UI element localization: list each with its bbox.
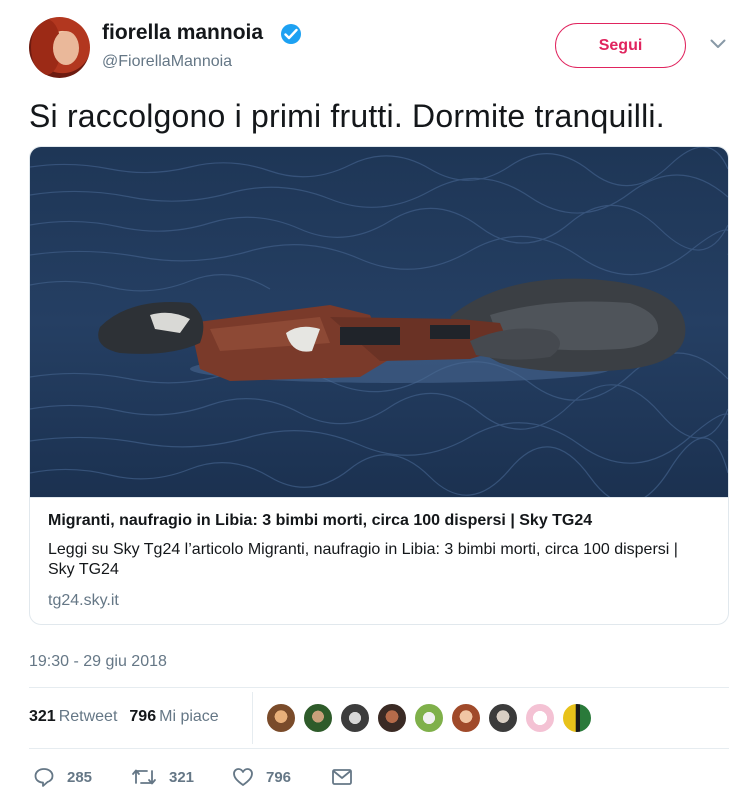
retweet-label[interactable]: Retweet <box>59 708 118 725</box>
retweet-action-count: 321 <box>169 768 195 786</box>
stats-separator <box>252 692 253 744</box>
liker-avatar[interactable] <box>303 703 333 733</box>
reply-icon[interactable] <box>33 766 55 788</box>
tweet-stats: 321 Retweet 796 Mi piace <box>29 708 219 726</box>
verified-icon <box>281 24 301 44</box>
tweet-actions: 285 321 796 <box>29 762 729 792</box>
direct-message-icon[interactable] <box>331 766 353 788</box>
card-domain: tg24.sky.it <box>48 592 119 609</box>
liker-avatar[interactable] <box>266 703 296 733</box>
user-handle[interactable]: @FiorellaMannoia <box>102 53 232 71</box>
stats-top-divider <box>29 687 729 688</box>
retweet-count[interactable]: 321 <box>29 708 56 725</box>
user-name[interactable]: fiorella mannoia <box>102 21 263 45</box>
liker-avatar[interactable] <box>525 703 555 733</box>
like-action[interactable]: 796 <box>232 762 291 792</box>
liker-avatar[interactable] <box>340 703 370 733</box>
like-action-count: 796 <box>266 768 292 786</box>
card-description: Leggi su Sky Tg24 l’articolo Migranti, n… <box>48 541 678 578</box>
card-body[interactable]: Migranti, naufragio in Libia: 3 bimbi mo… <box>30 497 728 624</box>
retweet-action[interactable]: 321 <box>131 762 194 792</box>
like-count[interactable]: 796 <box>129 708 156 725</box>
like-icon[interactable] <box>232 766 254 788</box>
stats-bottom-divider <box>29 748 729 749</box>
reply-count: 285 <box>67 768 93 786</box>
liker-avatar[interactable] <box>562 703 592 733</box>
card-image[interactable] <box>30 147 728 497</box>
liker-avatar[interactable] <box>488 703 518 733</box>
direct-message-action[interactable] <box>331 762 353 792</box>
liker-avatar[interactable] <box>451 703 481 733</box>
card-title[interactable]: Migranti, naufragio in Libia: 3 bimbi mo… <box>48 512 592 530</box>
liker-avatar[interactable] <box>414 703 444 733</box>
avatar[interactable] <box>29 17 90 78</box>
link-card[interactable]: Migranti, naufragio in Libia: 3 bimbi mo… <box>29 146 729 625</box>
retweet-icon[interactable] <box>131 766 157 788</box>
follow-button[interactable]: Segui <box>555 23 686 68</box>
tweet-timestamp[interactable]: 19:30 - 29 giu 2018 <box>29 653 167 671</box>
tweet-header: fiorella mannoia @FiorellaMannoia Segui <box>29 17 729 79</box>
like-label[interactable]: Mi piace <box>159 708 219 725</box>
reply-action[interactable]: 285 <box>33 762 92 792</box>
tweet-text: Si raccolgono i primi frutti. Dormite tr… <box>29 98 665 134</box>
liker-avatar[interactable] <box>377 703 407 733</box>
chevron-down-icon[interactable] <box>710 39 726 49</box>
